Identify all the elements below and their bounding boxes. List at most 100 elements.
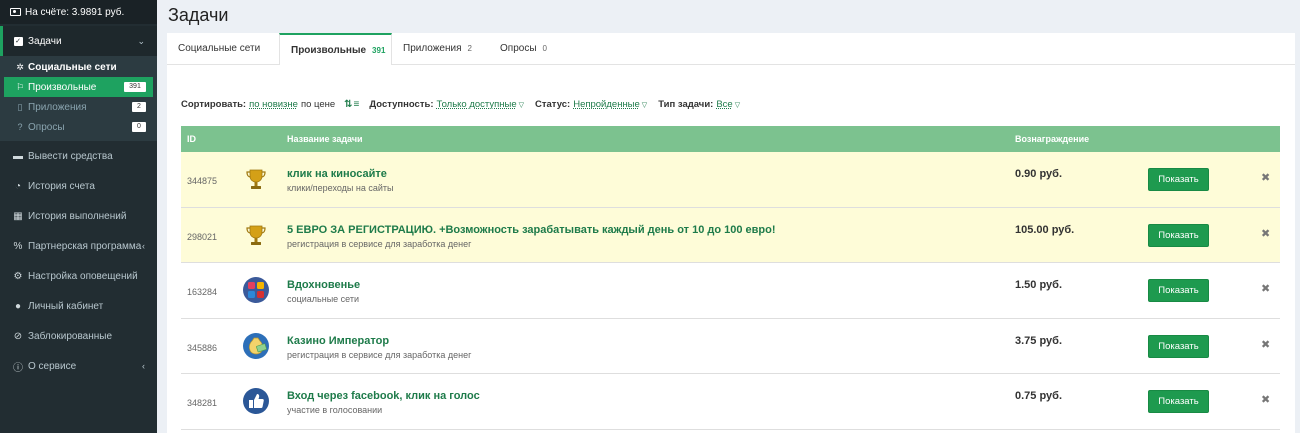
close-icon[interactable]: ✖ bbox=[1261, 227, 1270, 240]
mobile-icon: ▯ bbox=[17, 101, 23, 112]
info-icon: ⓘ bbox=[13, 362, 23, 374]
sort-price-link[interactable]: по цене bbox=[301, 99, 335, 110]
close-icon[interactable]: ✖ bbox=[1261, 393, 1270, 406]
submenu-apps[interactable]: ▯ Приложения 2 bbox=[0, 97, 157, 117]
sidebar-item-completion-history[interactable]: ▦ История выполнений bbox=[0, 201, 157, 231]
trophy-icon bbox=[246, 225, 266, 245]
availability-label: Доступность: bbox=[369, 99, 434, 110]
tab-social[interactable]: Социальные сети bbox=[167, 33, 279, 64]
sidebar-item-label: Партнерская программа bbox=[28, 240, 142, 252]
tab-custom[interactable]: Произвольные 391 bbox=[279, 33, 392, 65]
show-button[interactable]: Показать bbox=[1148, 168, 1209, 191]
task-title-link[interactable]: Казино Император bbox=[287, 335, 389, 347]
sidebar-item-withdraw[interactable]: ▬ Вывести средства bbox=[0, 141, 157, 171]
calendar-icon: ▦ bbox=[13, 210, 23, 222]
submenu-polls[interactable]: ? Опросы 0 bbox=[0, 117, 157, 137]
submenu-label: Произвольные bbox=[28, 81, 97, 93]
tab-polls[interactable]: Опросы 0 bbox=[489, 33, 558, 64]
submenu-label: Социальные сети bbox=[28, 61, 117, 73]
balance-bar: На счёте: 3.9891 руб. bbox=[0, 0, 157, 24]
sidebar-item-about[interactable]: ⓘ О сервисе ‹ bbox=[0, 351, 157, 381]
question-icon: ? bbox=[17, 122, 23, 132]
users-icon: ✲ bbox=[16, 61, 24, 72]
show-button[interactable]: Показать bbox=[1148, 334, 1209, 358]
chevron-down-icon: ▽ bbox=[641, 101, 648, 109]
history-icon: ◔ bbox=[14, 180, 22, 192]
sidebar-item-affiliate[interactable]: % Партнерская программа ‹ bbox=[0, 231, 157, 261]
sidebar-item-label: История счета bbox=[28, 180, 95, 192]
chevron-left-icon: ‹ bbox=[142, 361, 145, 371]
submenu-custom[interactable]: ⚐ Произвольные 391 bbox=[4, 77, 153, 97]
trophy-icon bbox=[246, 169, 266, 189]
chevron-left-icon: ‹ bbox=[142, 241, 145, 251]
type-dropdown[interactable]: Все bbox=[716, 99, 732, 110]
task-reward: 0.90 руб. bbox=[1015, 168, 1063, 180]
availability-dropdown[interactable]: Только доступные bbox=[437, 99, 517, 110]
task-reward: 3.75 руб. bbox=[1015, 334, 1063, 347]
checkbox-icon: ✓ bbox=[13, 36, 23, 46]
task-title-link[interactable]: 5 ЕВРО ЗА РЕГИСТРАЦИЮ. +Возможность зара… bbox=[287, 224, 776, 236]
tab-count: 2 bbox=[467, 44, 472, 53]
status-label: Статус: bbox=[535, 99, 571, 110]
task-reward: 105.00 руб. bbox=[1015, 223, 1075, 236]
close-icon[interactable]: ✖ bbox=[1261, 282, 1270, 295]
tasks-table: ID Название задачи Вознаграждение 344875… bbox=[181, 126, 1280, 430]
count-badge: 2 bbox=[132, 102, 146, 112]
task-title-link[interactable]: Вход через facebook, клик на голос bbox=[287, 390, 480, 402]
task-id: 298021 bbox=[187, 231, 218, 242]
money-icon bbox=[10, 8, 21, 16]
sidebar-item-tasks[interactable]: ✓ Задачи ⌄ bbox=[0, 26, 157, 56]
submenu-label: Приложения bbox=[28, 101, 87, 113]
sidebar-item-profile[interactable]: ● Личный кабинет bbox=[0, 291, 157, 321]
percent-icon: % bbox=[13, 240, 23, 252]
sidebar-item-blocked[interactable]: ⊘ Заблокированные bbox=[0, 321, 157, 351]
count-badge: 0 bbox=[132, 122, 146, 132]
tab-count: 0 bbox=[542, 44, 547, 53]
sidebar-item-account-history[interactable]: ◔ История счета bbox=[0, 171, 157, 201]
table-row: 348281 Вход через facebook, клик на голо… bbox=[181, 374, 1280, 430]
tasks-submenu: ✲ Социальные сети ⚐ Произвольные 391 ▯ П… bbox=[0, 56, 157, 141]
page-title: Задачи bbox=[168, 5, 229, 25]
sort-order-icon[interactable]: ⇅≡ bbox=[344, 99, 360, 110]
tab-label: Социальные сети bbox=[178, 43, 261, 54]
tab-label: Произвольные bbox=[291, 44, 367, 56]
sidebar-item-label: Задачи bbox=[28, 35, 62, 47]
sort-new-link[interactable]: по новизне bbox=[249, 99, 298, 110]
sidebar-item-label: Настройка оповещений bbox=[28, 270, 138, 282]
task-category: регистрация в сервисе для заработка дене… bbox=[287, 349, 472, 360]
sidebar-item-notifications[interactable]: ⚙ Настройка оповещений bbox=[0, 261, 157, 291]
task-title-link[interactable]: Вдохновенье bbox=[287, 279, 360, 291]
user-icon: ● bbox=[14, 300, 22, 312]
thumbs-up-icon bbox=[243, 388, 269, 414]
show-button[interactable]: Показать bbox=[1148, 279, 1209, 302]
table-header: ID Название задачи Вознаграждение bbox=[181, 126, 1280, 152]
tasks-panel: Социальные сети Произвольные 391 Приложе… bbox=[167, 33, 1295, 433]
main-content: Задачи Социальные сети Произвольные 391 … bbox=[157, 0, 1300, 433]
ban-icon: ⊘ bbox=[13, 330, 23, 342]
col-name: Название задачи bbox=[287, 134, 363, 144]
table-row: 344875 клик на киносайте клики/переходы … bbox=[181, 152, 1280, 208]
submenu-label: Опросы bbox=[28, 121, 65, 133]
show-button[interactable]: Показать bbox=[1148, 390, 1209, 413]
task-reward: 0.75 руб. bbox=[1015, 390, 1063, 402]
type-label: Тип задачи: bbox=[658, 99, 714, 110]
close-icon[interactable]: ✖ bbox=[1261, 171, 1270, 184]
close-icon[interactable]: ✖ bbox=[1261, 338, 1270, 351]
show-button[interactable]: Показать bbox=[1148, 223, 1209, 247]
tab-count: 391 bbox=[372, 45, 386, 55]
table-row: 163284 Вдохновенье социальные сети 1.50 … bbox=[181, 263, 1280, 319]
table-row: 345886 Казино Император регистрация в се… bbox=[181, 319, 1280, 374]
tab-apps[interactable]: Приложения 2 bbox=[392, 33, 489, 64]
wallet-icon: ▬ bbox=[13, 150, 23, 162]
task-title-link[interactable]: клик на киносайте bbox=[287, 168, 387, 180]
chevron-down-icon: ⌄ bbox=[137, 35, 145, 46]
sidebar: На счёте: 3.9891 руб. ✓ Задачи ⌄ ✲ Социа… bbox=[0, 0, 157, 433]
task-id: 163284 bbox=[187, 287, 218, 297]
money-bag-icon bbox=[243, 332, 269, 359]
status-dropdown[interactable]: Непройденные bbox=[573, 99, 640, 110]
submenu-social[interactable]: ✲ Социальные сети bbox=[0, 57, 157, 77]
tasks-icon: ⚐ bbox=[15, 81, 25, 92]
sidebar-item-label: О сервисе bbox=[28, 360, 77, 372]
sidebar-item-label: Личный кабинет bbox=[28, 300, 104, 312]
tab-bar: Социальные сети Произвольные 391 Приложе… bbox=[167, 33, 1295, 65]
